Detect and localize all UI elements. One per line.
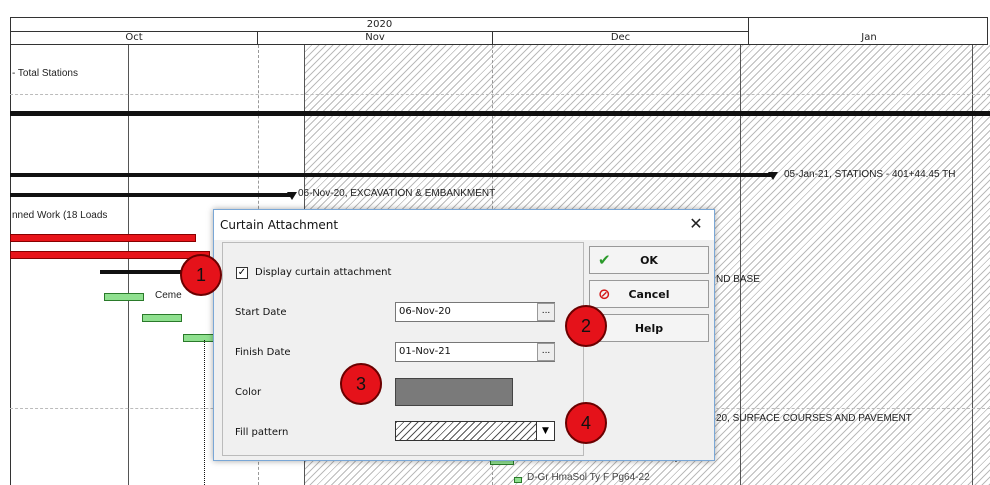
stations-milestone-label: 05-Jan-21, STATIONS - 401+44.45 TH xyxy=(784,169,956,180)
summary-bar-excavation xyxy=(10,193,292,197)
start-date-browse-button[interactable]: ... xyxy=(537,303,555,321)
color-label: Color xyxy=(235,387,262,398)
task-bar-green[interactable] xyxy=(183,334,215,342)
dialog-title: Curtain Attachment xyxy=(214,210,714,240)
finish-date-browse-button[interactable]: ... xyxy=(537,343,555,361)
dependency-line xyxy=(204,340,205,485)
task-bottom-label: D-Gr HmaSol Ty F Pg64-22 xyxy=(527,472,650,483)
chevron-down-icon[interactable]: ▼ xyxy=(536,422,554,440)
summary-bar-stations xyxy=(10,173,772,177)
excavation-label: 06-Nov-20, EXCAVATION & EMBANKMENT xyxy=(298,188,496,199)
month-dec: Dec xyxy=(493,32,749,45)
timeline-header: 2020 Oct Nov Dec Jan xyxy=(10,17,988,45)
month-nov: Nov xyxy=(258,32,493,45)
milestone-marker xyxy=(768,172,778,180)
cement-label: Ceme xyxy=(155,290,182,301)
callout-1: 1 xyxy=(180,254,222,296)
start-date-label: Start Date xyxy=(235,307,287,318)
display-curtain-checkbox[interactable]: ✓ xyxy=(236,267,248,279)
task-bar-green[interactable] xyxy=(104,293,144,301)
display-curtain-label: Display curtain attachment xyxy=(255,267,392,278)
cancel-button[interactable]: ⊘ Cancel xyxy=(589,280,709,308)
color-swatch[interactable] xyxy=(395,378,513,406)
base-label: ND BASE xyxy=(716,274,760,285)
callout-4: 4 xyxy=(565,402,607,444)
close-icon[interactable]: ✕ xyxy=(686,214,706,234)
year-label: 2020 xyxy=(11,18,749,32)
surface-courses-label: 20, SURFACE COURSES AND PAVEMENT xyxy=(716,413,912,424)
ok-button[interactable]: ✔ OK xyxy=(589,246,709,274)
fill-pattern-label: Fill pattern xyxy=(235,427,289,438)
finish-date-input[interactable]: 01-Nov-21 xyxy=(395,342,555,362)
row-line xyxy=(10,94,990,95)
finish-date-label: Finish Date xyxy=(235,347,291,358)
help-button[interactable]: Help xyxy=(589,314,709,342)
curtain-attachment-dialog: Curtain Attachment ✕ ✓ Display curtain a… xyxy=(213,209,715,461)
settings-panel: ✓ Display curtain attachment Start Date … xyxy=(222,242,584,456)
callout-2: 2 xyxy=(565,305,607,347)
total-stations-label: - Total Stations xyxy=(12,68,78,79)
month-oct: Oct xyxy=(11,32,258,45)
task-bar-red[interactable] xyxy=(10,251,210,259)
fill-pattern-select[interactable]: ▼ xyxy=(395,421,555,441)
callout-3: 3 xyxy=(340,363,382,405)
start-date-input[interactable]: 06-Nov-20 xyxy=(395,302,555,322)
milestone-marker xyxy=(287,192,297,200)
task-bar-red[interactable] xyxy=(10,234,196,242)
task-bar-green[interactable] xyxy=(142,314,182,322)
summary-bar xyxy=(10,111,990,116)
month-jan: Jan xyxy=(861,32,877,43)
task-bar-green[interactable] xyxy=(514,477,522,483)
planned-work-label: nned Work (18 Loads xyxy=(12,210,108,221)
gantt-screen: 2020 Oct Nov Dec Jan - Total Stations 05… xyxy=(0,0,990,485)
